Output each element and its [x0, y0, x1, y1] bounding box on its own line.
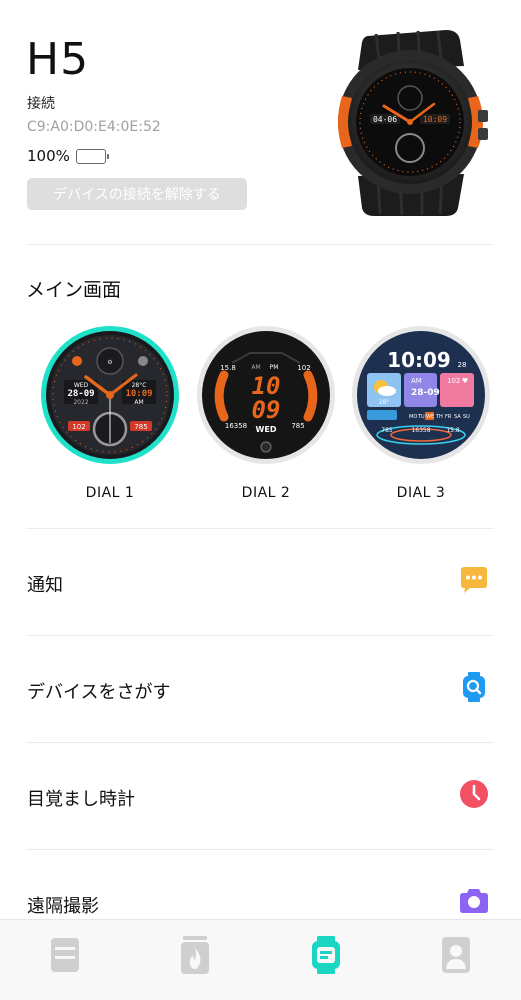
dial-1-heart: 102	[72, 423, 85, 431]
watch-product-image: 04-06 10:09	[338, 30, 488, 216]
svg-text:04-06: 04-06	[373, 115, 397, 124]
dial-1-ampm: AM	[134, 399, 143, 406]
dial-3-seconds: 28	[458, 361, 467, 369]
camera-icon	[460, 889, 488, 913]
dial-2-pm: PM	[270, 364, 279, 371]
main-screen-title: メイン画面	[26, 279, 122, 301]
dial-1-date: 28-09	[67, 389, 94, 399]
dial-3-heart: 102	[447, 377, 460, 385]
svg-text:WE: WE	[426, 414, 434, 420]
dial-2-kcal: 785	[291, 422, 304, 430]
tab-records[interactable]	[48, 936, 82, 974]
tab-bar	[0, 919, 521, 1000]
dial-1-face[interactable]: ⚙ WED 28-09 2022 28°C 10:09 AM 102 785	[40, 325, 180, 465]
svg-text:SA: SA	[454, 414, 461, 420]
dial-3-kcal: 785	[381, 427, 393, 434]
menu-item-find-device[interactable]: デバイスをさがす	[0, 636, 521, 742]
dial-2-day: WED	[256, 425, 277, 434]
dial-3-date: 28-09	[411, 388, 440, 398]
dial-1-kcal: 785	[134, 423, 147, 431]
dial-3-time: 10:09	[387, 348, 451, 372]
dial-2-heart: 102	[297, 364, 310, 372]
menu-item-label: 遠隔撮影	[27, 896, 99, 917]
tab-profile[interactable]	[439, 936, 473, 974]
dial-3-steps: 16358	[411, 427, 430, 434]
dial-2-minute: 09	[252, 396, 281, 424]
dial-2-face[interactable]: 15.8 AM PM 102 10 09 16358 WED 785	[196, 325, 336, 465]
dial-3-ampm: AM	[411, 377, 422, 385]
profile-icon	[442, 937, 470, 973]
dial-3-temp: 28°	[379, 399, 390, 406]
tab-activity[interactable]	[178, 936, 212, 974]
disconnect-button[interactable]: デバイスの接続を解除する	[27, 178, 247, 210]
dial-2-steps: 16358	[225, 422, 247, 430]
records-icon	[51, 938, 79, 972]
svg-text:TU: TU	[417, 414, 425, 420]
battery-percent: 100%	[27, 147, 70, 165]
dial-3[interactable]: 10:09 28 28° AM 28-09 102 ♥ MO TU WE TH …	[351, 325, 491, 501]
dial-1-day: WED	[74, 382, 89, 389]
svg-text:TH: TH	[435, 414, 443, 420]
battery-icon	[75, 148, 109, 164]
dial-1-temp: 28°C	[132, 382, 147, 389]
find-watch-icon	[463, 672, 485, 702]
dial-3-label: DIAL 3	[396, 485, 446, 501]
menu-item-label: デバイスをさがす	[27, 682, 171, 703]
svg-text:MO: MO	[409, 414, 417, 420]
dial-2-am: AM	[251, 364, 260, 371]
watch-icon	[312, 936, 340, 974]
tab-device[interactable]	[309, 936, 343, 974]
svg-text:SU: SU	[463, 414, 470, 420]
dial-2-distance: 15.8	[220, 364, 236, 372]
svg-text:⚙: ⚙	[107, 359, 112, 366]
dial-1-label: DIAL 1	[85, 485, 135, 501]
battery-row: 100%	[27, 147, 109, 165]
device-header: H5 接続 C9:A0:D0:E4:0E:52 100% デバイスの接続を解除す…	[0, 0, 521, 245]
menu-item-label: 目覚まし時計	[27, 789, 135, 810]
dial-2[interactable]: 15.8 AM PM 102 10 09 16358 WED 785 DIAL …	[196, 325, 336, 501]
menu-item-alarm[interactable]: 目覚まし時計	[0, 743, 521, 849]
clock-icon	[460, 780, 488, 808]
dial-1-time: 10:09	[125, 389, 152, 399]
divider	[26, 244, 494, 245]
svg-text:10:09: 10:09	[423, 115, 447, 124]
connection-status: 接続	[27, 96, 55, 112]
mac-address: C9:A0:D0:E4:0E:52	[27, 119, 161, 135]
fire-icon	[181, 936, 209, 974]
dial-1[interactable]: ⚙ WED 28-09 2022 28°C 10:09 AM 102 785 D…	[40, 325, 180, 501]
dial-2-label: DIAL 2	[241, 485, 291, 501]
svg-text:♥: ♥	[462, 377, 468, 385]
chat-bubble-icon	[461, 567, 487, 593]
svg-text:FR: FR	[445, 414, 452, 420]
dial-3-distance: 15.8	[446, 427, 460, 434]
menu-item-notifications[interactable]: 通知	[0, 529, 521, 635]
dial-3-face[interactable]: 10:09 28 28° AM 28-09 102 ♥ MO TU WE TH …	[351, 325, 491, 465]
device-name: H5	[26, 34, 90, 85]
menu-item-label: 通知	[27, 575, 63, 596]
dial-1-year: 2022	[73, 399, 88, 406]
